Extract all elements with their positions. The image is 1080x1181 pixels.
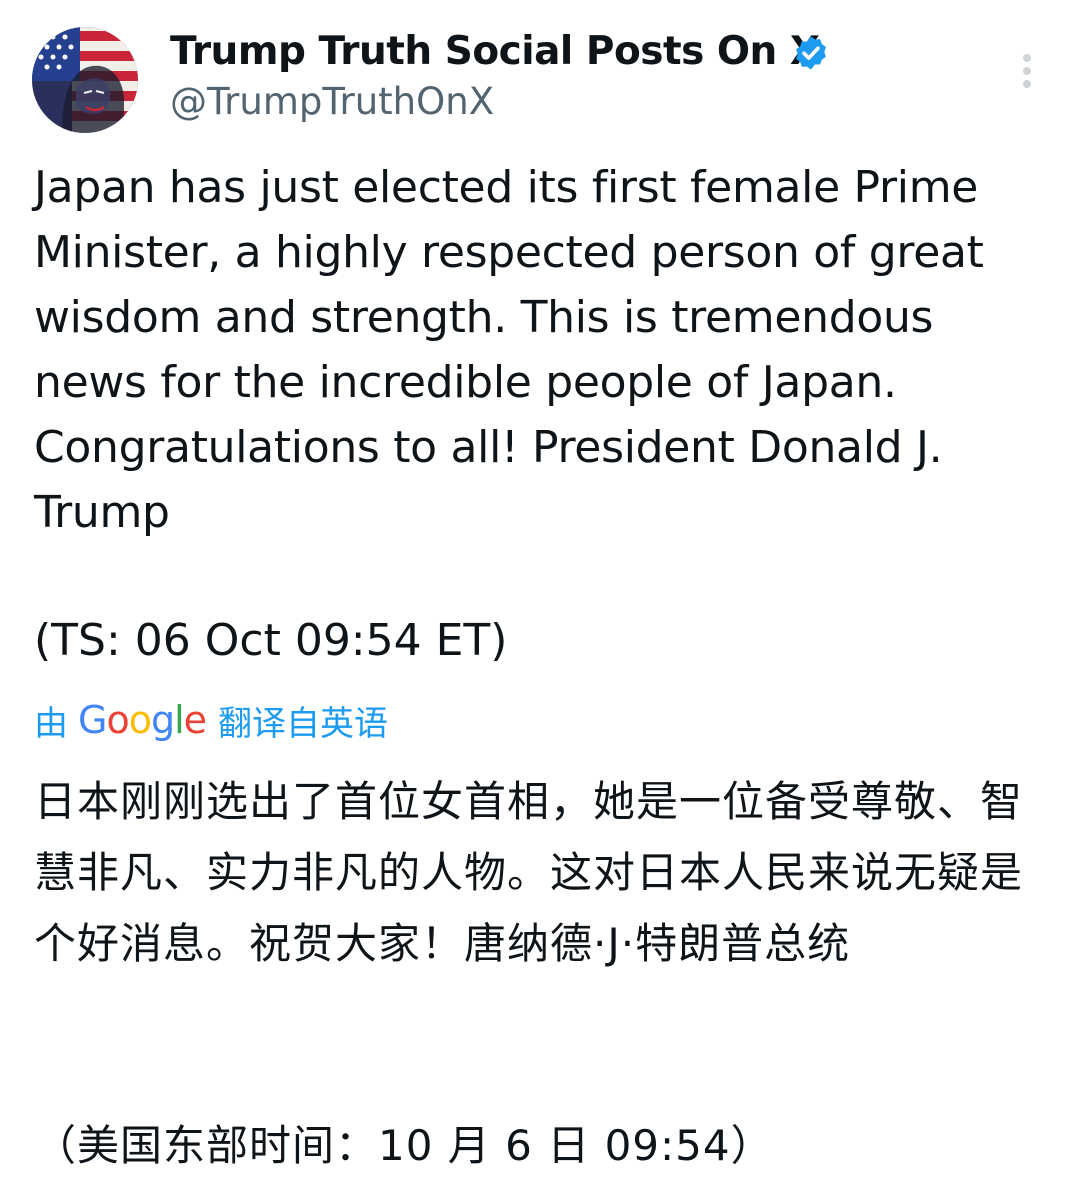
author-handle[interactable]: @TrumpTruthOnX bbox=[170, 78, 494, 126]
translated-timestamp-note: （美国东部时间：10 月 6 日 09:54） bbox=[34, 1121, 774, 1170]
post-timestamp-note: (TS: 06 Oct 09:54 ET) bbox=[34, 615, 508, 666]
vertical-ellipsis-icon[interactable] bbox=[1010, 48, 1046, 92]
translated-post-text: 日本刚刚选出了首位女首相，她是一位备受尊敬、智慧非凡、实力非凡的人物。这对日本人… bbox=[34, 777, 1024, 968]
menu-dot bbox=[1023, 54, 1031, 62]
stars-and-stripes-portrait-avatar-icon bbox=[32, 27, 138, 133]
menu-dot bbox=[1023, 67, 1031, 75]
menu-dot bbox=[1023, 80, 1031, 88]
author-avatar[interactable] bbox=[32, 27, 138, 133]
post-text: Japan has just elected its first female … bbox=[34, 162, 984, 538]
author-display-name[interactable]: Trump Truth Social Posts On X bbox=[170, 26, 820, 78]
translation-prefix: 由 bbox=[34, 703, 68, 744]
translation-suffix: 翻译自英语 bbox=[218, 703, 389, 744]
verified-badge-icon bbox=[796, 36, 826, 70]
post-card: Trump Truth Social Posts On X @TrumpTrut… bbox=[0, 0, 1080, 1173]
translated-by-google-link[interactable]: 由 Google 翻译自英语 bbox=[34, 696, 388, 744]
google-logo-icon: Google bbox=[78, 698, 207, 742]
